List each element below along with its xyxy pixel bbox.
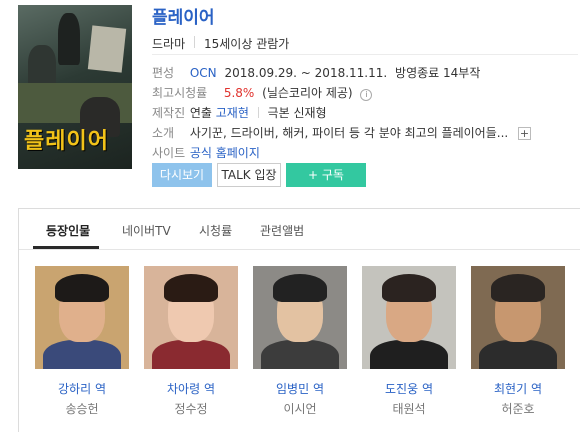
expand-summary-button[interactable]: + [518, 127, 532, 140]
cast-actor[interactable]: 송승헌 [35, 400, 129, 417]
cast-hair [164, 274, 218, 302]
network-label: 편성 [152, 66, 175, 80]
page-title[interactable]: 플레이어 [152, 3, 215, 28]
divider [257, 107, 259, 118]
peak-rating-label: 최고시청률 [152, 86, 208, 100]
cast-card[interactable]: 차아령 역 정수정 [144, 266, 238, 417]
network-row: 편성 OCN 2018.09.29. ~ 2018.11.11. 방영종료 14… [152, 64, 480, 81]
poster-title: 플레이어 [24, 129, 109, 154]
cast-photo[interactable] [144, 266, 238, 369]
writer-name: 신재형 [293, 106, 327, 120]
cast-role[interactable]: 차아령 역 [144, 380, 238, 397]
air-status: 방영종료 14부작 [395, 66, 481, 80]
cast-body [152, 340, 230, 369]
cast-role[interactable]: 강하리 역 [35, 380, 129, 397]
cast-hair [273, 274, 327, 302]
tab-cast[interactable]: 등장인물 [46, 222, 90, 239]
role-name[interactable]: 최현기 [494, 382, 527, 396]
role-name[interactable]: 강하리 [58, 382, 91, 396]
network-link[interactable]: OCN [190, 66, 217, 80]
poster-image[interactable]: 플레이어 [18, 5, 132, 169]
role-suffix: 역 [421, 382, 433, 396]
genre-label: 드라마 [152, 37, 186, 51]
cast-hair [491, 274, 545, 302]
cast-hair [55, 274, 109, 302]
role-suffix: 역 [312, 382, 324, 396]
poster-note [87, 25, 127, 73]
staff-row: 제작진 연출 고재현 극본 신재형 [152, 104, 327, 121]
cast-photo[interactable] [362, 266, 456, 369]
talk-button[interactable]: TALK 입장 [217, 163, 281, 187]
tab-bar: 등장인물 네이버TV 시청률 관련앨범 [19, 209, 580, 250]
writer-role: 극본 [267, 106, 290, 120]
subscribe-button[interactable]: + 구독 15,416 [286, 163, 366, 204]
genre-row: 드라마 15세이상 관람가 [152, 31, 578, 55]
cast-role[interactable]: 도진웅 역 [362, 380, 456, 397]
director-link[interactable]: 고재현 [216, 106, 249, 120]
peak-rating-value: 5.8% [223, 86, 255, 100]
cast-actor[interactable]: 정수정 [144, 400, 238, 417]
site-label: 사이트 [152, 146, 186, 160]
role-suffix: 역 [203, 382, 215, 396]
cast-photo[interactable] [253, 266, 347, 369]
cast-card[interactable]: 강하리 역 송승헌 [35, 266, 129, 417]
tab-ratings[interactable]: 시청률 [199, 222, 232, 239]
peak-rating-row: 최고시청률 5.8% (닐슨코리아 제공) i [152, 84, 373, 101]
air-dates: 2018.09.29. ~ 2018.11.11. [224, 66, 388, 80]
tab-albums[interactable]: 관련앨범 [260, 222, 304, 239]
role-suffix: 역 [94, 382, 106, 396]
staff-label: 제작진 [152, 106, 186, 120]
cast-actor[interactable]: 허준호 [471, 400, 565, 417]
rating-source: (닐슨코리아 제공) [262, 86, 353, 100]
official-site-link[interactable]: 공식 홈페이지 [190, 146, 260, 160]
cast-body [43, 340, 121, 369]
active-tab-indicator [33, 246, 99, 249]
cast-role[interactable]: 최현기 역 [471, 380, 565, 397]
cast-body [261, 340, 339, 369]
role-name[interactable]: 임병민 [276, 382, 309, 396]
summary-row: 소개 사기꾼, 드라이버, 해커, 파이터 등 각 분야 최고의 플레이어들..… [152, 124, 532, 141]
poster-figure [58, 13, 80, 65]
divider [194, 36, 195, 48]
replay-button[interactable]: 다시보기 [152, 163, 212, 187]
age-rating: 15세이상 관람가 [204, 37, 290, 51]
cast-photo[interactable] [471, 266, 565, 369]
site-row: 사이트 공식 홈페이지 [152, 144, 260, 161]
tab-navertv[interactable]: 네이버TV [122, 222, 171, 239]
cast-role[interactable]: 임병민 역 [253, 380, 347, 397]
summary-text: 사기꾼, 드라이버, 해커, 파이터 등 각 분야 최고의 플레이어들... [189, 126, 509, 140]
role-suffix: 역 [530, 382, 542, 396]
cast-actor[interactable]: 이시언 [253, 400, 347, 417]
cast-photo[interactable] [35, 266, 129, 369]
cast-actor[interactable]: 태원석 [362, 400, 456, 417]
cast-hair [382, 274, 436, 302]
summary-label: 소개 [152, 126, 175, 140]
role-name[interactable]: 도진웅 [385, 382, 418, 396]
cast-body [479, 340, 557, 369]
cast-card[interactable]: 임병민 역 이시언 [253, 266, 347, 417]
cast-body [370, 340, 448, 369]
director-role: 연출 [189, 106, 212, 120]
info-icon[interactable]: i [360, 89, 373, 101]
cast-card[interactable]: 도진웅 역 태원석 [362, 266, 456, 417]
role-name[interactable]: 차아령 [167, 382, 200, 396]
cast-card[interactable]: 최현기 역 허준호 [471, 266, 565, 417]
